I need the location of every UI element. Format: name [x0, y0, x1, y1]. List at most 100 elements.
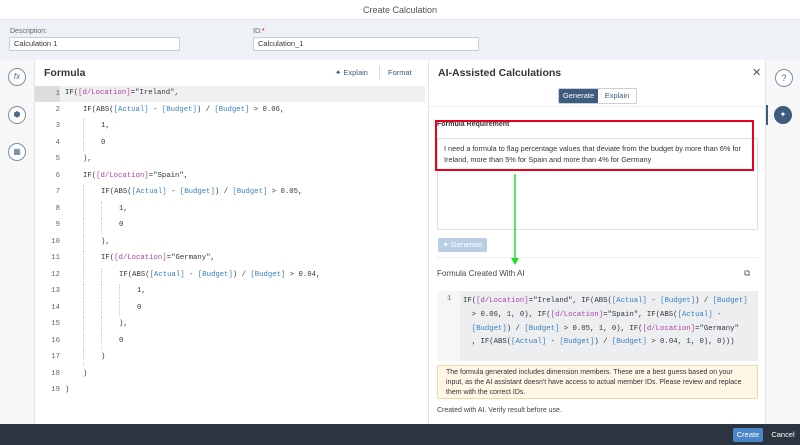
line-number: 4	[55, 138, 60, 147]
line-number: 5	[55, 155, 60, 163]
line-number: 2	[55, 105, 60, 114]
line-number: 9	[55, 221, 60, 229]
formula-title: Formula	[44, 67, 86, 79]
code-token: ="Spain",	[148, 171, 189, 180]
explain-button[interactable]: ✦ Explain	[335, 68, 368, 77]
measure-token: [Budget]	[559, 338, 595, 347]
highlight-box	[435, 120, 754, 171]
line-number: 15	[51, 320, 60, 328]
formula-panel: Formula ✦ Explain Format 1 IF([d/Location…	[35, 60, 425, 424]
warning-message: The formula generated includes dimension…	[437, 365, 758, 399]
explain-label: Explain	[343, 68, 368, 77]
result-title: Formula Created With AI	[437, 269, 525, 278]
line-number: 16	[51, 336, 60, 345]
annotation-arrow	[511, 174, 519, 265]
measure-token: [Actual]	[131, 188, 167, 196]
code-token: IF(ABS(	[101, 188, 132, 196]
generate-label: Generate	[451, 240, 483, 249]
description-input[interactable]: Calculation 1	[9, 37, 180, 51]
dimension-token: [d/Location]	[96, 171, 149, 180]
code-token: > 0.05,	[267, 188, 303, 196]
code-token: ),	[119, 320, 128, 328]
divider	[437, 257, 758, 258]
measure-token: [Budget]	[660, 297, 696, 305]
code-token: -	[166, 188, 180, 196]
id-label: ID:*	[253, 28, 265, 35]
tab-generate[interactable]: Generate	[559, 89, 598, 103]
code-token: -	[712, 310, 722, 319]
code-token: -	[148, 105, 162, 114]
measure-token: [Budget]	[197, 270, 233, 279]
code-line: IF(ABS([Actual] - [Budget]) / [Budget] >…	[119, 271, 320, 279]
measure-token: [Budget]	[250, 270, 286, 279]
line-number: 17	[51, 353, 60, 361]
dimension-token: [d/Location]	[78, 89, 131, 97]
code-token: ) /	[196, 105, 215, 114]
code-token: ),	[101, 237, 110, 246]
dialog-title: Create Calculation	[0, 0, 800, 20]
create-button[interactable]: Create	[733, 428, 763, 442]
sparkle-icon: ✦	[442, 240, 452, 249]
line-number: 7	[55, 188, 60, 196]
measure-token: [Budget]	[214, 105, 250, 114]
line-number: 12	[51, 270, 60, 279]
copy-icon[interactable]: ⧉	[744, 268, 750, 279]
ai-assistant-icon[interactable]: ✦	[774, 106, 792, 124]
code-line: IF([d/Location]="Spain",	[83, 172, 188, 180]
format-button[interactable]: Format	[388, 68, 412, 77]
left-toolbar: fx ⬢ ▦	[0, 60, 35, 424]
code-token: IF(	[463, 297, 477, 305]
calculator-icon[interactable]: ▦	[8, 143, 26, 161]
code-token: > 0.04,	[285, 270, 321, 279]
footer-bar: Create Cancel	[0, 424, 800, 445]
code-line: ),	[119, 320, 128, 328]
measure-token: [Actual]	[511, 338, 547, 347]
measure-token: [Actual]	[611, 297, 647, 305]
formula-editor[interactable]: 1 IF([d/Location]="Ireland", 2 IF(ABS([Actu…	[35, 86, 425, 424]
line-number: 1	[447, 295, 452, 303]
measure-token: [Budget]	[161, 105, 197, 114]
result-code-line: IF([d/Location]="Ireland", IF(ABS([Actua…	[463, 295, 748, 309]
code-line: 0	[137, 304, 141, 312]
line-number: 8	[55, 204, 60, 213]
code-line: )	[65, 386, 69, 394]
divider	[379, 66, 380, 80]
help-icon[interactable]: ?	[775, 69, 793, 87]
code-line: 1,	[119, 205, 128, 213]
code-token: 0	[119, 336, 124, 345]
code-line: ),	[83, 155, 92, 163]
code-token: ="Germany"	[695, 324, 739, 333]
close-icon[interactable]: ✕	[752, 66, 761, 79]
line-number: 13	[51, 287, 60, 295]
code-token: ) /	[232, 270, 251, 279]
measure-token: [Budget]	[524, 324, 560, 333]
ai-title: AI-Assisted Calculations	[438, 67, 562, 79]
id-input[interactable]: Calculation_1	[253, 37, 479, 51]
dimension-cube-icon[interactable]: ⬢	[8, 106, 26, 124]
required-marker: *	[261, 28, 265, 35]
code-token: , IF(ABS(	[463, 338, 512, 347]
code-token: IF(	[65, 89, 79, 97]
line-number: 19	[51, 386, 60, 394]
code-token: )	[101, 353, 106, 361]
id-label-text: ID:	[253, 28, 262, 35]
code-token: > 0.06, 1, 0), IF(	[463, 310, 551, 319]
code-token: 0	[137, 303, 142, 312]
measure-token: [Budget]	[232, 188, 268, 196]
line-number: 11	[51, 254, 60, 262]
code-line: IF([d/Location]="Ireland",	[65, 89, 179, 97]
code-token: )	[83, 369, 88, 378]
generate-button[interactable]: ✦ Generate	[438, 238, 487, 252]
dimension-token: [d/Location]	[642, 324, 696, 333]
code-line: )	[83, 370, 87, 378]
code-token: ) /	[506, 324, 525, 333]
line-number: 3	[55, 122, 60, 130]
result-code-line: > 0.06, 1, 0), IF([d/Location]="Spain", …	[463, 309, 748, 323]
code-token: ="Ireland",	[130, 89, 179, 97]
code-line: ),	[101, 238, 110, 246]
code-line: IF([d/Location]="Germany",	[101, 254, 215, 262]
description-label: Description:	[10, 28, 47, 35]
tab-explain[interactable]: Explain	[598, 89, 636, 103]
cancel-button[interactable]: Cancel	[769, 428, 797, 442]
function-icon[interactable]: fx	[8, 68, 26, 86]
